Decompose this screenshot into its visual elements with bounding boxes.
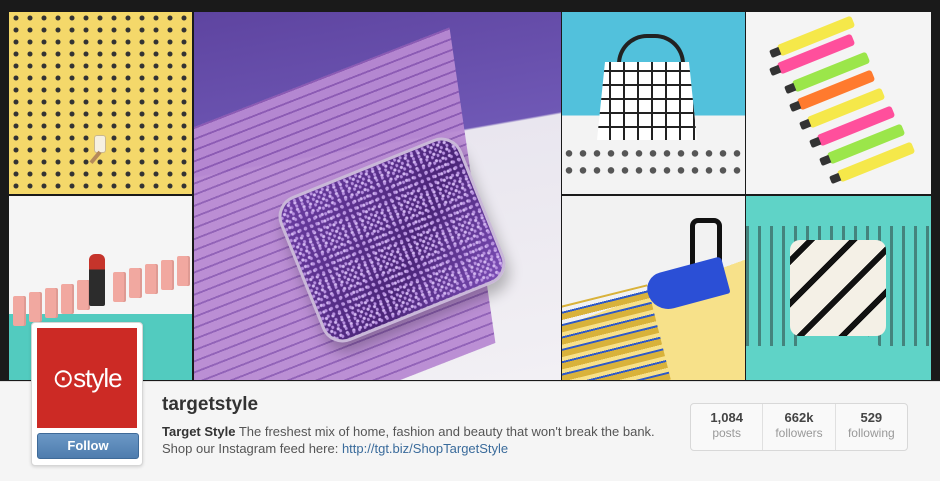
stat-posts[interactable]: 1,084 posts	[691, 404, 764, 450]
username[interactable]: targetstyle	[162, 394, 258, 416]
blue-heel-shoe	[643, 256, 731, 314]
photo-highlighters[interactable]	[746, 12, 931, 194]
follow-button[interactable]: Follow	[37, 433, 139, 459]
bio-text: The freshest mix of home, fashion and be…	[235, 424, 655, 439]
stat-label: followers	[775, 426, 823, 440]
avatar[interactable]: ⊙style	[37, 328, 137, 428]
eraser	[61, 284, 74, 314]
chevron-pillow	[790, 240, 886, 336]
bio: Target Style The freshest mix of home, f…	[162, 423, 662, 457]
stat-value: 1,084	[710, 410, 743, 425]
eraser	[29, 292, 42, 322]
stat-value: 662k	[784, 410, 814, 425]
eraser	[161, 260, 174, 290]
eraser	[145, 264, 158, 294]
target-style-logo: ⊙style	[52, 363, 122, 393]
photo-blue-heel[interactable]	[562, 196, 745, 380]
shop-link[interactable]: http://tgt.biz/ShopTargetStyle	[342, 441, 508, 456]
nail-polish-bottle	[95, 136, 105, 152]
chess-pieces	[562, 150, 745, 184]
eraser	[13, 296, 26, 326]
stats-box: 1,084 posts 662k followers 529 following	[690, 403, 908, 451]
photo-chevron-pillow[interactable]	[746, 196, 931, 380]
eraser	[113, 272, 126, 302]
stat-label: posts	[712, 426, 741, 440]
stat-value: 529	[860, 410, 883, 425]
stat-label: following	[847, 426, 895, 440]
photo-glitter-clutch[interactable]	[194, 12, 561, 380]
eraser	[45, 288, 58, 318]
grid-tote-bag	[597, 62, 697, 140]
photo-nail-polish[interactable]	[9, 12, 192, 194]
eraser	[129, 268, 142, 298]
bio-line2: Shop our Instagram feed here:	[162, 441, 342, 456]
stat-followers[interactable]: 662k followers	[763, 404, 836, 450]
bio-name: Target Style	[162, 424, 236, 439]
eraser	[177, 256, 190, 286]
lipstick	[89, 254, 105, 306]
avatar-card: ⊙style Follow	[31, 322, 143, 466]
stat-following[interactable]: 529 following	[836, 404, 907, 450]
photo-grid-tote[interactable]	[562, 12, 745, 194]
